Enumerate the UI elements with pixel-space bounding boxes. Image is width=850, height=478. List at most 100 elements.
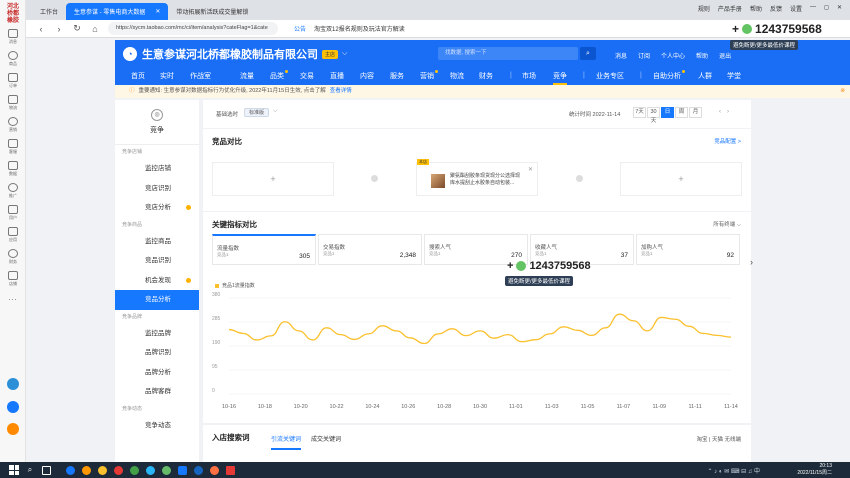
app-icon[interactable] (206, 462, 222, 478)
window-link[interactable]: 产品手册 (718, 4, 742, 13)
nav-item[interactable]: 财务 (479, 71, 493, 81)
range-tab[interactable]: 30天 (647, 107, 660, 124)
notice-link[interactable]: 查看详情 (330, 88, 352, 94)
app-icon[interactable] (7, 401, 19, 413)
metric-tab[interactable]: 交易指数 竞品1 2,348 (318, 234, 422, 265)
range-tab[interactable]: 月 (689, 107, 702, 118)
window-link[interactable]: 设置 (790, 4, 802, 13)
search-icon[interactable]: ⌕ (580, 47, 596, 60)
rail-item[interactable]: 物流 (0, 92, 26, 114)
date-nav-arrows[interactable]: ‹› (719, 109, 735, 115)
rail-logo[interactable]: 河北 桥都 橡胶 (0, 0, 26, 26)
compare-config-link[interactable]: 竞品配置 > (714, 137, 741, 145)
app-icon[interactable] (190, 462, 206, 478)
search-input[interactable]: 找数据, 搜索一下 (438, 47, 578, 60)
brand[interactable]: ◔ 生意参谋 (123, 46, 186, 62)
search-icon[interactable]: ⌕ (22, 462, 38, 478)
menu-item[interactable]: 竞店识别 (115, 179, 199, 199)
url-input[interactable]: https://sycm.taobao.com/mc/ci/item/analy… (108, 22, 278, 35)
browser-tab[interactable]: 带动拓展新活跃成交量解锁 (168, 3, 256, 20)
rail-item[interactable]: 财务 (0, 246, 26, 268)
browser-tab-active[interactable]: 生意参谋 - 零售电商大数据 ✕ (66, 3, 169, 20)
metric-tab[interactable]: 流量指数 竞品1 305 (212, 234, 316, 265)
rail-item[interactable]: 消息 (0, 26, 26, 48)
rail-item[interactable]: 客服 (0, 136, 26, 158)
app-icon[interactable] (174, 462, 190, 478)
nav-item[interactable]: 交易 (300, 71, 314, 81)
rail-item[interactable]: 营销 (0, 114, 26, 136)
close-icon[interactable]: ✕ (837, 4, 842, 13)
nav-item[interactable]: 自助分析 (653, 70, 685, 81)
nav-item-active[interactable]: 竞争 (553, 71, 567, 85)
menu-item[interactable]: 竞品识别 (115, 251, 199, 271)
product-card[interactable]: 本店 聚氨酯刮胶条现货现分公选择现库水提刮止水胶条自动包装... ✕ (416, 159, 538, 196)
back-icon[interactable]: ‹ (36, 24, 46, 34)
menu-item[interactable]: 机会发现 (115, 271, 199, 291)
app-icon[interactable] (78, 462, 94, 478)
close-icon[interactable]: ✕ (528, 166, 533, 173)
add-product-slot[interactable]: + (620, 162, 742, 196)
reload-icon[interactable]: ↻ (72, 23, 82, 34)
home-icon[interactable]: ⌂ (90, 24, 100, 34)
close-icon[interactable]: ⊗ (840, 85, 845, 98)
app-icon[interactable] (7, 378, 19, 390)
header-link-messages[interactable]: 消息 (615, 51, 627, 60)
header-link-subscribe[interactable]: 订阅 (638, 51, 650, 60)
nav-item[interactable]: 营销 (420, 70, 438, 81)
minimize-icon[interactable]: — (810, 4, 816, 13)
company-switcher[interactable]: 河北桥都橡胶制品有限公司 主店 ⌵ (186, 46, 347, 62)
range-tab[interactable]: 周 (675, 107, 688, 118)
app-icon[interactable] (110, 462, 126, 478)
window-link[interactable]: 帮助 (750, 4, 762, 13)
nav-item[interactable]: 学堂 (727, 71, 741, 81)
nav-item[interactable]: 业务专区 (596, 71, 624, 81)
nav-item[interactable]: 流量 (240, 71, 254, 81)
rail-item[interactable]: 订单 (0, 70, 26, 92)
browser-tab[interactable]: 工作台 (32, 3, 66, 20)
tab-deal-keywords[interactable]: 成交关键词 (311, 434, 341, 443)
nav-item[interactable]: 作战室 (190, 71, 211, 81)
chevron-right-icon[interactable]: › (750, 257, 753, 267)
nav-item[interactable]: 人群 (698, 71, 712, 81)
rail-item[interactable]: 商品 (0, 48, 26, 70)
menu-item[interactable]: 监控店铺 (115, 159, 199, 179)
nav-item[interactable]: 市场 (522, 71, 536, 81)
header-link-help[interactable]: 帮助 (696, 51, 708, 60)
metric-tab[interactable]: 加购人气 竞品1 92 (636, 234, 740, 265)
rail-item[interactable]: 店铺 (0, 268, 26, 290)
rail-item[interactable]: 用户 (0, 202, 26, 224)
menu-item[interactable]: 监控品牌 (115, 324, 199, 344)
range-tab[interactable]: 7天 (633, 107, 646, 118)
rail-item[interactable]: 推广 (0, 180, 26, 202)
add-product-slot[interactable]: + (212, 162, 334, 196)
forward-icon[interactable]: › (54, 24, 64, 34)
header-link-logout[interactable]: 退出 (719, 51, 731, 60)
rail-item[interactable]: 应用 (0, 224, 26, 246)
app-icon[interactable] (62, 462, 78, 478)
rail-item[interactable]: 数据 (0, 158, 26, 180)
nav-item[interactable]: 品类 (270, 70, 288, 81)
menu-item[interactable]: 品牌分析 (115, 363, 199, 383)
app-icon[interactable] (126, 462, 142, 478)
menu-item[interactable]: 品牌识别 (115, 343, 199, 363)
nav-item[interactable]: 直播 (330, 71, 344, 81)
close-icon[interactable]: ✕ (155, 8, 160, 15)
menu-item-active[interactable]: 竞品分析 (115, 290, 199, 310)
taskview-icon[interactable] (38, 462, 54, 478)
header-link-profile[interactable]: 个人中心 (661, 51, 685, 60)
app-icon[interactable] (7, 423, 19, 435)
app-icon[interactable] (222, 462, 238, 478)
window-link[interactable]: 规则 (698, 4, 710, 13)
keywords-terminal-filter[interactable]: 淘宝 | 天猫 无线端 (696, 435, 741, 443)
tab-traffic-keywords[interactable]: 引流关键词 (271, 434, 302, 450)
windows-start-icon[interactable] (6, 462, 22, 478)
menu-item[interactable]: 竞争动态 (115, 416, 199, 436)
menu-item[interactable]: 品牌客群 (115, 382, 199, 402)
system-tray[interactable]: ⌃ ♪ ◐ ✉ ⌨ ⊟ ♫ 中 (707, 466, 760, 475)
clock[interactable]: 20:13 2022/11/15周二 (797, 463, 832, 477)
restore-icon[interactable]: ◻ (824, 4, 829, 13)
app-icon[interactable] (158, 462, 174, 478)
menu-item[interactable]: 竞店分析 (115, 198, 199, 218)
menu-item[interactable]: 监控商品 (115, 232, 199, 252)
app-icon[interactable] (142, 462, 158, 478)
